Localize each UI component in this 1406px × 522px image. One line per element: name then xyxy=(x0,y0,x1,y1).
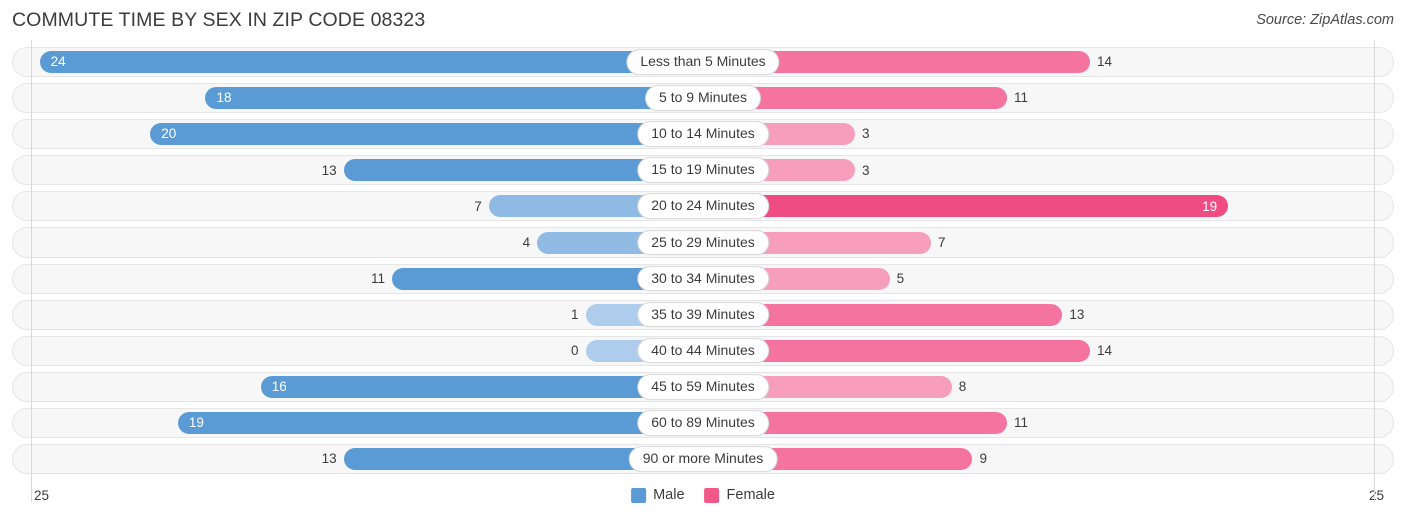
female-value-label: 11 xyxy=(1014,415,1029,431)
table-row: 11 5 30 to 34 Minutes xyxy=(12,261,1394,297)
female-half: 9 xyxy=(703,441,1394,477)
male-bar[interactable]: 19 xyxy=(177,411,703,434)
female-half: 11 xyxy=(703,405,1394,441)
male-half: 4 xyxy=(12,224,703,260)
female-value-label: 13 xyxy=(1069,306,1085,322)
male-value-label: 16 xyxy=(271,379,287,395)
table-row: 13 3 15 to 19 Minutes xyxy=(12,152,1394,188)
page-title: COMMUTE TIME BY SEX IN ZIP CODE 08323 xyxy=(12,9,426,31)
category-label: 10 to 14 Minutes xyxy=(637,121,769,148)
female-half: 5 xyxy=(703,261,1394,297)
category-label: 25 to 29 Minutes xyxy=(637,229,769,256)
chart-footer: 25 25 Male Female xyxy=(0,481,1406,522)
axis-label-right-max: 25 xyxy=(1368,488,1384,503)
legend-item-male[interactable]: Male xyxy=(631,487,685,503)
female-half: 7 xyxy=(703,224,1394,260)
legend-swatch-male-icon xyxy=(631,487,647,503)
male-value-label: 11 xyxy=(371,270,386,286)
legend-label-female: Female xyxy=(726,487,775,503)
category-label: 20 to 24 Minutes xyxy=(637,193,769,220)
male-half: 18 xyxy=(12,80,703,116)
male-value-label: 1 xyxy=(571,306,579,322)
male-half: 1 xyxy=(12,297,703,333)
male-half: 0 xyxy=(12,333,703,369)
category-label: Less than 5 Minutes xyxy=(626,49,780,75)
female-bar[interactable]: 19 xyxy=(703,195,1229,218)
female-half: 14 xyxy=(703,44,1394,80)
table-row: 16 8 45 to 59 Minutes xyxy=(12,369,1394,405)
table-row: 24 14 Less than 5 Minutes xyxy=(12,44,1394,80)
female-half: 19 xyxy=(703,188,1394,224)
female-value-label: 11 xyxy=(1014,90,1029,106)
category-label: 15 to 19 Minutes xyxy=(637,157,769,184)
legend-item-female[interactable]: Female xyxy=(704,487,775,503)
female-value-label: 3 xyxy=(862,126,870,142)
category-label: 30 to 34 Minutes xyxy=(637,265,769,292)
male-value-label: 0 xyxy=(571,343,579,359)
female-value-label: 7 xyxy=(938,234,946,250)
table-row: 4 7 25 to 29 Minutes xyxy=(12,224,1394,260)
male-half: 13 xyxy=(12,441,703,477)
female-value-label: 14 xyxy=(1096,343,1112,359)
female-half: 3 xyxy=(703,152,1394,188)
chart-header: COMMUTE TIME BY SEX IN ZIP CODE 08323 So… xyxy=(0,0,1406,44)
male-half: 7 xyxy=(12,188,703,224)
male-bar[interactable]: 24 xyxy=(39,51,703,74)
male-half: 19 xyxy=(12,405,703,441)
source-attribution: Source: ZipAtlas.com xyxy=(1256,12,1394,28)
category-label: 60 to 89 Minutes xyxy=(637,410,769,436)
female-half: 8 xyxy=(703,369,1394,405)
female-half: 13 xyxy=(703,297,1394,333)
category-label: 40 to 44 Minutes xyxy=(637,337,769,364)
female-value-label: 3 xyxy=(862,162,870,178)
male-half: 16 xyxy=(12,369,703,405)
female-half: 11 xyxy=(703,80,1394,116)
category-label: 5 to 9 Minutes xyxy=(645,85,761,111)
male-bar[interactable]: 18 xyxy=(205,87,703,110)
table-row: 13 9 90 or more Minutes xyxy=(12,441,1394,477)
table-row: 18 11 5 to 9 Minutes xyxy=(12,80,1394,116)
male-value-label: 19 xyxy=(188,415,204,431)
category-label: 45 to 59 Minutes xyxy=(637,374,769,400)
male-bar[interactable]: 20 xyxy=(150,123,703,146)
table-row: 20 3 10 to 14 Minutes xyxy=(12,116,1394,152)
female-value-label: 14 xyxy=(1096,54,1112,70)
axis-label-left-max: 25 xyxy=(34,488,50,503)
male-half: 13 xyxy=(12,152,703,188)
female-value-label: 8 xyxy=(958,379,967,395)
female-value-label: 5 xyxy=(896,270,905,286)
legend-swatch-female-icon xyxy=(704,487,720,503)
diverging-bar-chart: 24 14 Less than 5 Minutes 18 11 5 to 9 Minute… xyxy=(0,44,1406,481)
female-half: 3 xyxy=(703,116,1394,152)
male-half: 24 xyxy=(12,44,703,80)
female-value-label: 9 xyxy=(979,451,987,467)
category-label: 35 to 39 Minutes xyxy=(637,301,769,328)
male-value-label: 4 xyxy=(522,234,531,250)
chart-legend: Male Female xyxy=(631,487,775,503)
male-value-label: 13 xyxy=(321,162,337,178)
male-value-label: 7 xyxy=(474,198,482,214)
female-half: 14 xyxy=(703,333,1394,369)
female-value-label: 19 xyxy=(1202,198,1218,214)
male-half: 11 xyxy=(12,261,703,297)
table-row: 19 11 60 to 89 Minutes xyxy=(12,405,1394,441)
male-half: 20 xyxy=(12,116,703,152)
table-row: 7 19 20 to 24 Minutes xyxy=(12,188,1394,224)
male-value-label: 20 xyxy=(161,126,177,142)
table-row: 1 13 35 to 39 Minutes xyxy=(12,297,1394,333)
legend-label-male: Male xyxy=(653,487,685,503)
male-value-label: 18 xyxy=(216,90,232,106)
table-row: 0 14 40 to 44 Minutes xyxy=(12,333,1394,369)
male-value-label: 24 xyxy=(50,54,66,70)
category-label: 90 or more Minutes xyxy=(628,446,778,472)
male-value-label: 13 xyxy=(321,451,337,467)
